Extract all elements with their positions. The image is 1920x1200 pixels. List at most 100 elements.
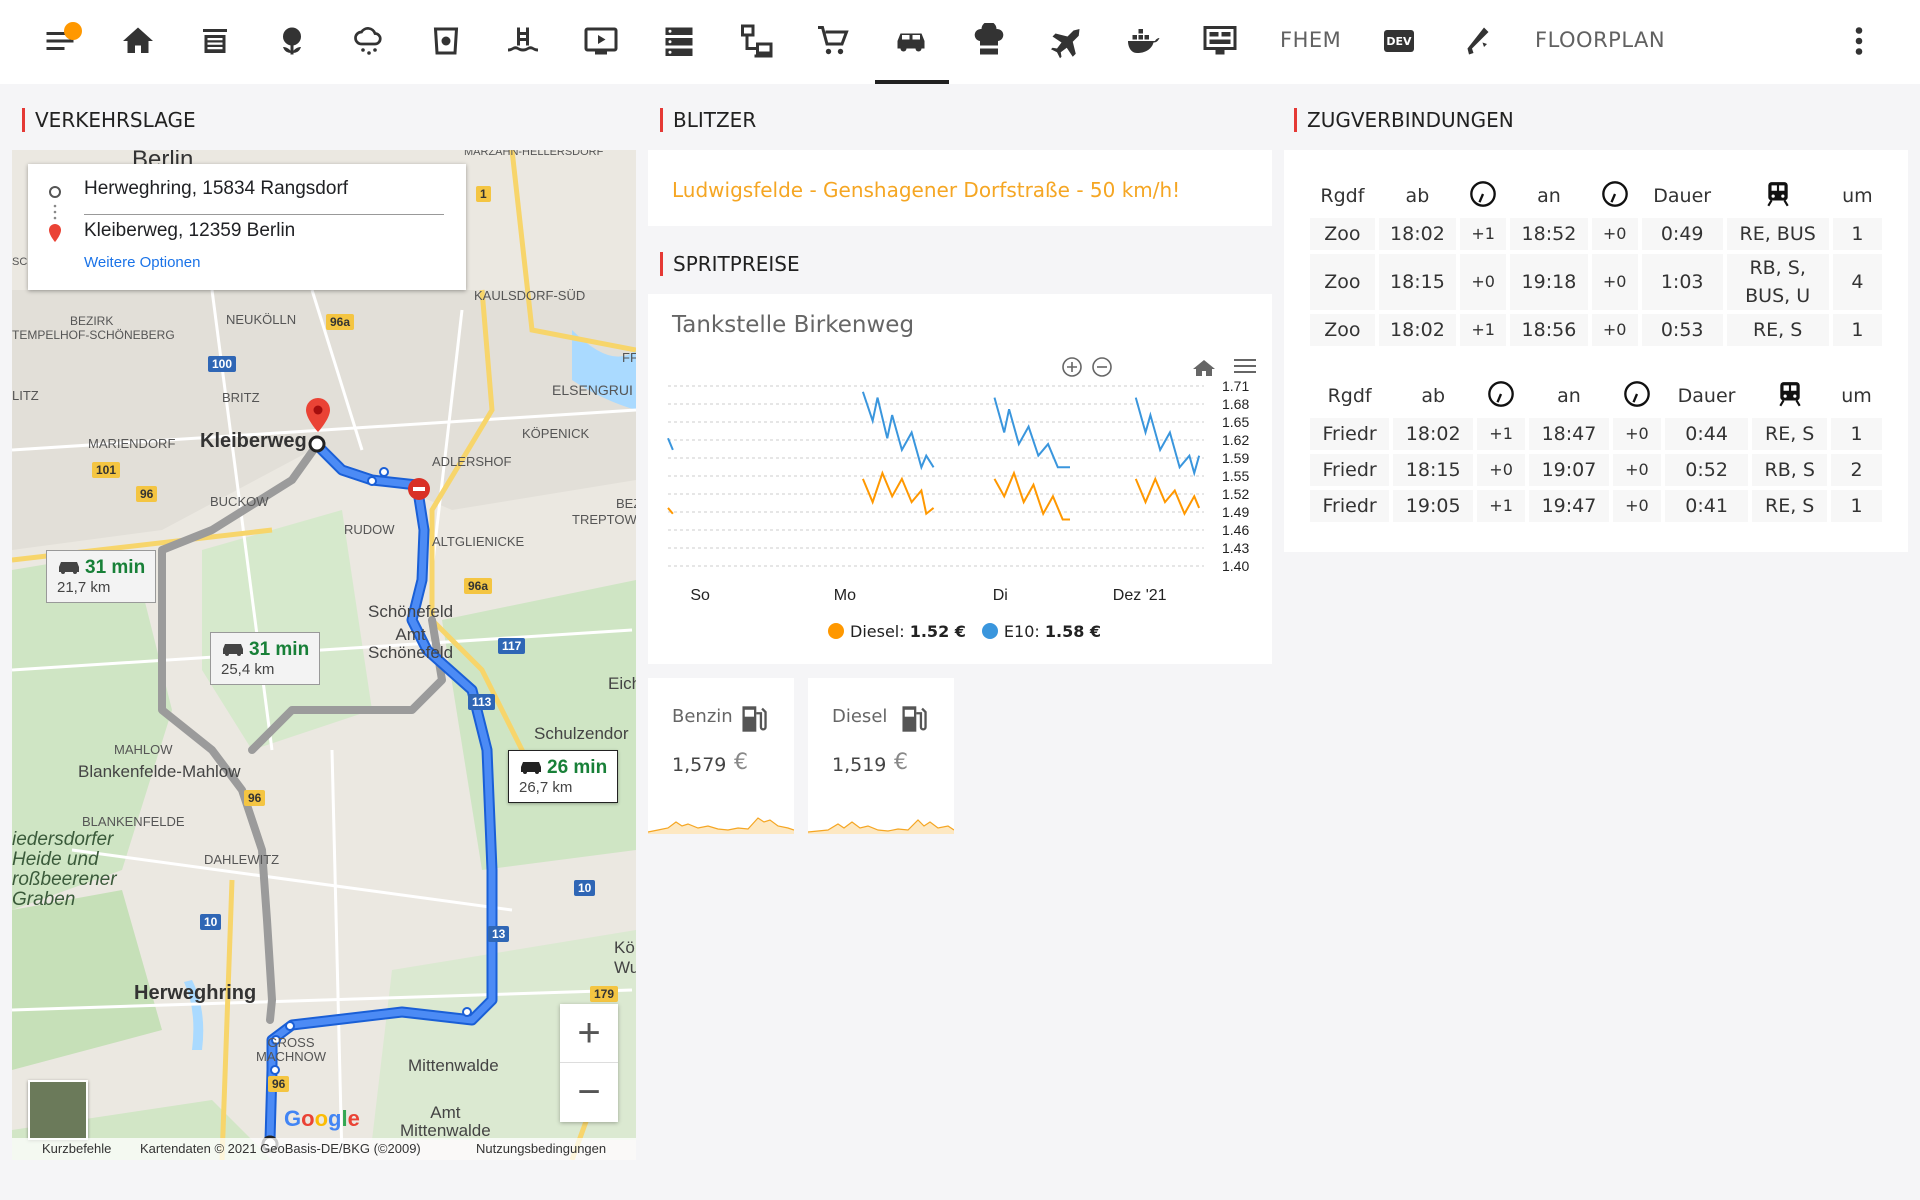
series-line-diesel[interactable] bbox=[993, 470, 1070, 521]
more-vert-icon[interactable] bbox=[1836, 18, 1882, 64]
airplane-icon[interactable] bbox=[1043, 18, 1089, 64]
map-label-amt-schoenefeld: Amt Schönefeld bbox=[368, 625, 454, 662]
divider bbox=[84, 214, 444, 215]
column-header: Dauer bbox=[1677, 385, 1736, 407]
zoom-control: + − bbox=[560, 1004, 618, 1122]
diesel-price-card: Diesel 1,519 € bbox=[808, 678, 954, 834]
chart-menu-icon[interactable] bbox=[1234, 359, 1256, 373]
road-shield: 96a bbox=[326, 314, 355, 330]
series-line-e10[interactable] bbox=[861, 391, 935, 471]
pool-icon[interactable] bbox=[500, 18, 546, 64]
route-option-3[interactable]: 26 min 26,7 km bbox=[508, 750, 619, 803]
car-icon[interactable] bbox=[888, 18, 934, 64]
road-shield: 117 bbox=[498, 638, 526, 654]
table-cell: 18:47 bbox=[1529, 418, 1609, 450]
x-tick-label: Dez '21 bbox=[1113, 587, 1167, 604]
table-cell: Zoo bbox=[1310, 254, 1375, 310]
list-icon[interactable] bbox=[192, 18, 238, 64]
y-tick-label: 1.68 bbox=[1222, 396, 1249, 412]
table-cell: 18:02 bbox=[1378, 218, 1457, 250]
legend-e10-value: 1.58 € bbox=[1044, 622, 1102, 641]
satellite-toggle[interactable] bbox=[28, 1080, 88, 1140]
zoom-out-button[interactable]: − bbox=[560, 1063, 618, 1122]
route-time: 26 min bbox=[547, 757, 608, 778]
table-cell: +0 bbox=[1477, 454, 1526, 486]
column-header: ab bbox=[1405, 185, 1430, 207]
tools-icon[interactable] bbox=[1452, 18, 1498, 64]
network-icon[interactable] bbox=[733, 18, 779, 64]
road-shield: 179 bbox=[590, 986, 619, 1002]
destination-address[interactable]: Kleiberweg, 12359 Berlin bbox=[84, 220, 295, 242]
route-option-1[interactable]: 31 min 21,7 km bbox=[46, 550, 157, 603]
flower-icon[interactable] bbox=[269, 18, 315, 64]
fhem-tab[interactable]: FHEM bbox=[1280, 28, 1341, 52]
reset-zoom-icon[interactable] bbox=[1193, 360, 1215, 376]
series-line-diesel[interactable] bbox=[1134, 476, 1201, 517]
map-label-buckow: BUCKOW bbox=[210, 494, 269, 509]
series-line-e10[interactable] bbox=[1134, 397, 1201, 477]
map-data-attribution: Kartendaten © 2021 GeoBasis-DE/BKG (©200… bbox=[140, 1141, 421, 1156]
column-header: Rgdf bbox=[1327, 385, 1372, 407]
table-header-row: Rgdf ab an Dauer um bbox=[1310, 378, 1882, 414]
legend-e10[interactable]: E10: 1.58 € bbox=[981, 622, 1102, 641]
table-cell: 0:53 bbox=[1641, 314, 1723, 346]
table-cell: Zoo bbox=[1310, 218, 1375, 250]
y-tick-label: 1.65 bbox=[1222, 414, 1249, 430]
docker-icon[interactable] bbox=[1120, 18, 1166, 64]
zoom-in-icon[interactable] bbox=[1062, 357, 1082, 377]
map-footer: Kurzbefehle Kartendaten © 2021 GeoBasis-… bbox=[12, 1138, 636, 1160]
map-label-tempelhof: TEMPELHOF-SCHÖNEBERG bbox=[12, 328, 175, 342]
map-label-kaulsdorf: KAULSDORF-SÜD bbox=[474, 288, 586, 303]
car-icon bbox=[521, 762, 541, 774]
table-cell: 19:05 bbox=[1393, 490, 1474, 522]
map-label-treptow: TREPTOW bbox=[572, 512, 636, 527]
table-cell: 18:02 bbox=[1378, 314, 1457, 346]
map-label-altglienicke: ALTGLIENICKE bbox=[432, 534, 525, 549]
more-options-link[interactable]: Weitere Optionen bbox=[84, 254, 200, 271]
chef-hat-icon[interactable] bbox=[966, 18, 1012, 64]
notification-badge bbox=[64, 22, 82, 40]
shortcuts-link[interactable]: Kurzbefehle bbox=[42, 1141, 111, 1156]
road-shield: 13 bbox=[488, 926, 510, 942]
table-cell: 1 bbox=[1832, 218, 1882, 250]
table-cell: +1 bbox=[1460, 314, 1507, 346]
server-icon[interactable] bbox=[656, 18, 702, 64]
trash-can-icon[interactable] bbox=[423, 18, 469, 64]
cart-icon[interactable] bbox=[810, 18, 856, 64]
map-label-wuste: Wuste bbox=[614, 958, 636, 977]
tv-icon[interactable] bbox=[578, 18, 624, 64]
origin-address[interactable]: Herweghring, 15834 Rangsdorf bbox=[84, 178, 348, 200]
road-shield: 96 bbox=[136, 486, 158, 502]
legend-diesel[interactable]: Diesel: 1.52 € bbox=[828, 622, 966, 641]
series-line-e10[interactable] bbox=[993, 397, 1070, 469]
dev-tab[interactable]: DEV bbox=[1384, 30, 1414, 52]
home-icon[interactable] bbox=[115, 18, 161, 64]
zoom-in-button[interactable]: + bbox=[560, 1004, 618, 1063]
series-line-diesel[interactable] bbox=[667, 507, 674, 515]
table-cell: 18:15 bbox=[1378, 254, 1457, 310]
zoom-out-icon[interactable] bbox=[1092, 357, 1112, 377]
active-tab-indicator bbox=[875, 80, 949, 84]
road-shield: 1 bbox=[476, 186, 491, 202]
map-label-heide: iedersdorfer Heide und roßbeerener Grabe… bbox=[12, 829, 117, 910]
traffic-map[interactable]: Berlin MARZAHN-HELLERSDORF KAULSDORF-SÜD… bbox=[12, 150, 636, 1160]
road-shield: 113 bbox=[468, 694, 496, 710]
car-icon bbox=[223, 644, 243, 656]
route-option-2[interactable]: 31 min 25,4 km bbox=[210, 632, 321, 685]
column-header: an bbox=[1537, 185, 1561, 207]
series-line-diesel[interactable] bbox=[861, 470, 935, 516]
table-cell: 2 bbox=[1831, 454, 1882, 486]
y-tick-label: 1.43 bbox=[1222, 540, 1249, 556]
floorplan-tab[interactable]: FLOORPLAN bbox=[1535, 28, 1665, 52]
map-label-kleiberweg: Kleiberweg bbox=[200, 430, 307, 452]
terms-link[interactable]: Nutzungsbedingungen bbox=[476, 1141, 606, 1156]
route-endpoints-icon bbox=[49, 186, 61, 242]
weather-icon[interactable] bbox=[346, 18, 392, 64]
legend-diesel-label: Diesel: bbox=[850, 622, 905, 641]
monitor-icon[interactable] bbox=[1197, 18, 1243, 64]
map-label-elsengrund: ELSENGRUI bbox=[552, 382, 633, 398]
car-icon bbox=[59, 562, 79, 574]
y-tick-label: 1.52 bbox=[1222, 486, 1249, 502]
legend-diesel-value: 1.52 € bbox=[909, 622, 966, 641]
map-label-blankenfelde: BLANKENFELDE bbox=[82, 814, 185, 829]
